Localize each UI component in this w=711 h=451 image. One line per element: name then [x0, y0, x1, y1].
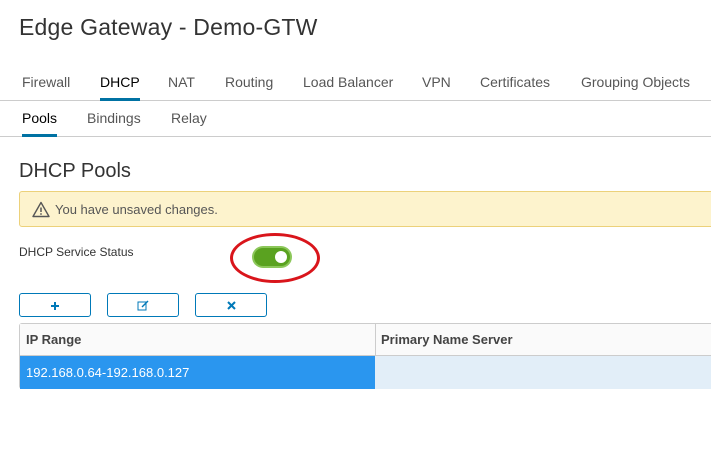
dhcp-service-status-label: DHCP Service Status [19, 245, 134, 259]
main-tab-bar: Firewall DHCP NAT Routing Load Balancer … [0, 64, 711, 101]
tab-nat[interactable]: NAT [168, 64, 195, 101]
tab-certificates[interactable]: Certificates [480, 64, 550, 101]
tab-vpn[interactable]: VPN [422, 64, 451, 101]
tab-dhcp[interactable]: DHCP [100, 64, 140, 101]
dhcp-pools-grid: IP Range Primary Name Server 192.168.0.6… [19, 323, 711, 389]
unsaved-changes-alert: You have unsaved changes. [19, 191, 711, 227]
section-title: DHCP Pools [19, 160, 131, 182]
column-header-ip-range[interactable]: IP Range [20, 324, 81, 356]
sub-tab-bar: Pools Bindings Relay [0, 101, 711, 137]
subtab-relay[interactable]: Relay [171, 101, 207, 137]
tab-routing[interactable]: Routing [225, 64, 273, 101]
tab-grouping-objects[interactable]: Grouping Objects [581, 64, 690, 101]
page-title: Edge Gateway - Demo-GTW [19, 14, 318, 40]
column-header-primary-name-server[interactable]: Primary Name Server [375, 324, 513, 356]
subtab-bindings[interactable]: Bindings [87, 101, 141, 137]
grid-header: IP Range Primary Name Server [20, 324, 711, 356]
add-pool-button[interactable] [19, 293, 91, 317]
subtab-pools[interactable]: Pools [22, 101, 58, 137]
tab-firewall[interactable]: Firewall [22, 64, 70, 101]
edit-pool-button[interactable] [107, 293, 179, 317]
table-row[interactable]: 192.168.0.64-192.168.0.127 [20, 356, 711, 389]
cell-primary-name-server [375, 356, 711, 389]
toggle-knob [275, 251, 287, 263]
close-icon [226, 301, 236, 311]
cell-ip-range: 192.168.0.64-192.168.0.127 [20, 356, 375, 389]
warning-icon [32, 201, 50, 218]
plus-icon [51, 301, 59, 310]
edit-icon [137, 300, 149, 311]
tab-load-balancer[interactable]: Load Balancer [303, 64, 393, 101]
edge-gateway-page: Edge Gateway - Demo-GTW Firewall DHCP NA… [0, 0, 711, 451]
alert-text: You have unsaved changes. [55, 202, 218, 217]
dhcp-service-toggle[interactable] [254, 248, 290, 266]
delete-pool-button[interactable] [195, 293, 267, 317]
